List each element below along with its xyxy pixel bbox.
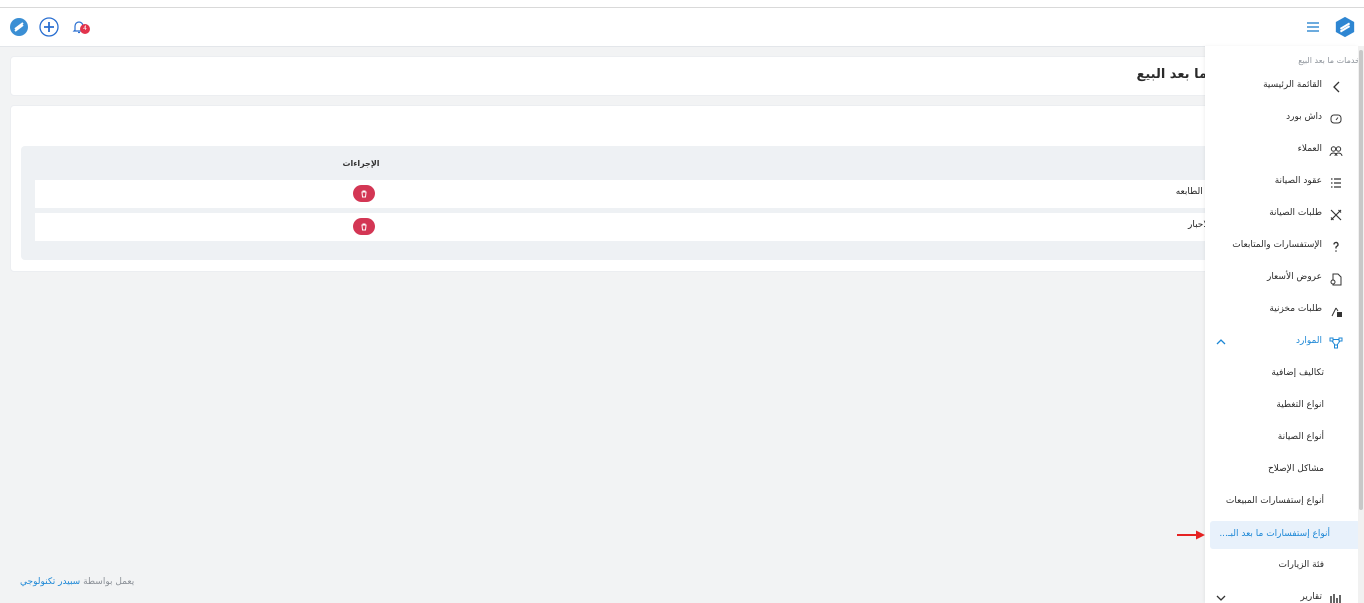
sidebar-item-customers[interactable]: العملاء (1205, 136, 1358, 166)
users-icon (1328, 143, 1344, 159)
document-icon (1328, 271, 1344, 287)
sidebar-subitem-coverage-types[interactable]: انواع التغطية (1205, 392, 1358, 422)
top-header: 4 (0, 8, 1364, 47)
sidebar-item-label: طلبات الصيانة (1269, 208, 1322, 218)
menu-toggle-icon[interactable] (1302, 16, 1324, 38)
content-card: الإجراءات ع الطابعه الاحبار (10, 105, 1222, 272)
table-row[interactable]: الاحبار (35, 213, 1211, 241)
sidebar: خدمات ما بعد البيع القائمة الرئيسية داش … (1205, 46, 1358, 603)
page-title: ما بعد البيع (1136, 67, 1207, 82)
warehouse-icon (1328, 303, 1344, 319)
sidebar-item-label: القائمة الرئيسية (1263, 80, 1322, 90)
data-table: الإجراءات ع الطابعه الاحبار (21, 146, 1211, 260)
sidebar-item-label: العملاء (1297, 144, 1322, 154)
sidebar-scrollbar[interactable] (1358, 46, 1364, 603)
sidebar-item-label: طلبات مخزنية (1269, 304, 1322, 314)
browser-bookmarks-strip (0, 0, 1364, 8)
sidebar-item-quotations[interactable]: عروض الأسعار (1205, 264, 1358, 294)
delete-button[interactable] (353, 185, 375, 202)
footer: يعمل بواسطة سبيدر تكنولوجي (20, 577, 134, 587)
question-icon (1328, 239, 1344, 255)
chevron-down-icon (1216, 595, 1226, 601)
sidebar-item-label: أنواع إستفسارات المبيعات (1225, 496, 1324, 506)
app-logo-icon[interactable] (8, 16, 30, 38)
scrollbar-thumb[interactable] (1359, 50, 1363, 510)
red-arrow-annotation-icon (1177, 530, 1205, 540)
sidebar-item-stock-requests[interactable]: طلبات مخزنية (1205, 296, 1358, 326)
sidebar-item-label: أنواع الصيانة (1277, 432, 1324, 442)
sidebar-item-inquiries[interactable]: الإستفسارات والمتابعات (1205, 232, 1358, 262)
sidebar-item-dashboard[interactable]: داش بورد (1205, 104, 1358, 134)
brand-logo-icon[interactable] (1334, 16, 1356, 38)
footer-brand-link[interactable]: سبيدر تكنولوجي (20, 577, 80, 587)
notification-badge: 4 (80, 24, 90, 34)
sidebar-subitem-sales-inquiry-types[interactable]: أنواع إستفسارات المبيعات (1205, 488, 1358, 518)
trash-icon (361, 190, 367, 197)
sidebar-item-label: أنواع إستفسارات ما بعد البـ... (1219, 529, 1330, 539)
sidebar-subitem-maintenance-types[interactable]: أنواع الصيانة (1205, 424, 1358, 454)
sidebar-item-main-menu[interactable]: القائمة الرئيسية (1205, 72, 1358, 102)
sidebar-item-label: الموارد (1296, 336, 1322, 346)
sidebar-item-label: عروض الأسعار (1266, 272, 1322, 282)
list-icon (1328, 175, 1344, 191)
gauge-icon (1328, 111, 1344, 127)
sidebar-item-reports[interactable]: تقارير (1205, 584, 1358, 603)
nodes-icon (1328, 335, 1344, 351)
chevron-up-icon (1216, 339, 1226, 345)
chevron-left-icon (1328, 79, 1344, 95)
trash-icon (361, 223, 367, 230)
page-title-card: ما بعد البيع (10, 56, 1222, 96)
sidebar-section-title: خدمات ما بعد البيع (1298, 56, 1358, 65)
sidebar-subitem-additional-costs[interactable]: تكاليف إضافية (1205, 360, 1358, 390)
sidebar-item-label: فئة الزيارات (1278, 560, 1324, 570)
sidebar-item-label: انواع التغطية (1276, 400, 1324, 410)
sidebar-item-maintenance-contracts[interactable]: عقود الصيانة (1205, 168, 1358, 198)
sidebar-item-resources[interactable]: الموارد (1205, 328, 1358, 358)
table-row[interactable]: ع الطابعه (35, 180, 1211, 208)
delete-button[interactable] (353, 218, 375, 235)
sidebar-item-label: داش بورد (1286, 112, 1322, 122)
sidebar-item-label: تكاليف إضافية (1271, 368, 1324, 378)
tools-icon (1328, 207, 1344, 223)
bar-chart-icon (1328, 591, 1344, 603)
add-icon[interactable] (38, 16, 60, 38)
sidebar-item-label: مشاكل الإصلاح (1267, 464, 1324, 474)
sidebar-item-label: الإستفسارات والمتابعات (1232, 240, 1322, 250)
footer-prefix: يعمل بواسطة (83, 577, 135, 587)
sidebar-item-label: تقارير (1300, 592, 1322, 602)
sidebar-item-label: عقود الصيانة (1274, 176, 1322, 186)
sidebar-item-maintenance-requests[interactable]: طلبات الصيانة (1205, 200, 1358, 230)
sidebar-subitem-repair-problems[interactable]: مشاكل الإصلاح (1205, 456, 1358, 486)
sidebar-subitem-visit-categories[interactable]: فئة الزيارات (1205, 552, 1358, 582)
sidebar-subitem-aftersales-inquiry-types[interactable]: أنواع إستفسارات ما بعد البـ... (1210, 521, 1358, 549)
actions-column-header: الإجراءات (342, 159, 380, 168)
